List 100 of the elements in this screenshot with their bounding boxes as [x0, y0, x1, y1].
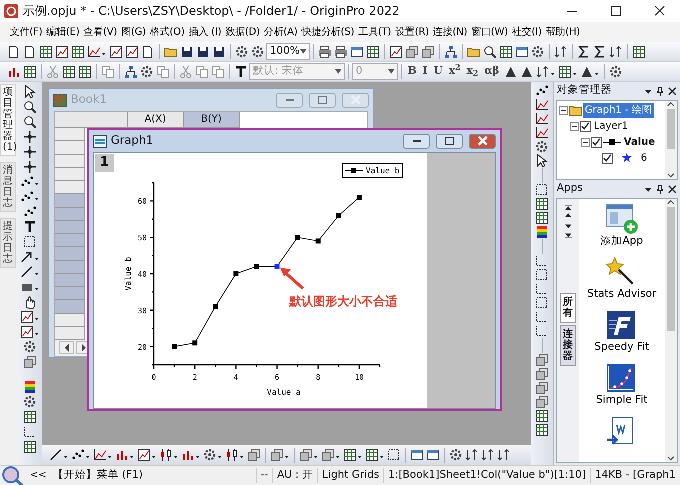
app-tab[interactable]: 所有 — [560, 293, 576, 323]
frame-icon[interactable] — [22, 234, 38, 249]
layer-tab[interactable]: 1 — [95, 154, 114, 172]
gear-icon[interactable] — [22, 339, 38, 354]
layers-icon[interactable] — [534, 395, 550, 409]
menu-item[interactable]: 连接(N) — [431, 24, 470, 40]
line-graph-icon[interactable] — [534, 126, 550, 140]
checkbox[interactable] — [591, 136, 602, 148]
pin-icon[interactable] — [656, 184, 665, 194]
menu-item[interactable]: 插入 (I) — [186, 24, 224, 40]
close-icon[interactable] — [668, 184, 677, 194]
app-button[interactable]: Speedy Fit — [594, 309, 650, 354]
menu-item[interactable]: 图(G) — [119, 24, 148, 40]
crosshair-icon[interactable] — [22, 159, 38, 174]
menu-item[interactable]: 设置(R) — [393, 24, 432, 40]
app-button[interactable]: Stats Advisor — [587, 256, 657, 302]
app-button[interactable]: Simple Fit — [596, 362, 648, 408]
gear-icon[interactable] — [534, 140, 550, 154]
scrollbar[interactable] — [665, 101, 677, 179]
worksheet-icon[interactable] — [342, 446, 364, 464]
zoom-icon[interactable] — [22, 99, 38, 114]
scroll-left-button[interactable] — [59, 341, 74, 354]
menu-item[interactable]: 社交(I) — [510, 24, 544, 40]
format-button[interactable]: B — [405, 64, 420, 80]
frame-icon[interactable] — [534, 268, 550, 282]
scatter-icon[interactable] — [22, 204, 38, 219]
pin-icon[interactable] — [656, 86, 665, 96]
scrollbar[interactable] — [665, 199, 677, 462]
format-button[interactable]: αβ — [481, 64, 502, 80]
menu-item[interactable]: 帮助(H) — [544, 24, 582, 40]
search-icon[interactable] — [2, 466, 24, 485]
layers-icon[interactable] — [22, 354, 38, 369]
side-tab[interactable]: 提示日志 — [0, 218, 16, 268]
menu-item[interactable]: 文件(F) — [8, 24, 45, 40]
layers-icon[interactable] — [534, 367, 550, 381]
format-button[interactable]: x$_{2}$ — [464, 64, 482, 80]
layers-icon[interactable] — [534, 353, 550, 367]
worksheet-icon[interactable] — [534, 409, 550, 423]
gear-icon[interactable] — [22, 394, 38, 409]
menu-item[interactable]: 快捷分析(S) — [300, 24, 356, 40]
collapse-icon[interactable] — [581, 138, 590, 146]
menu-item[interactable]: 查看(V) — [82, 24, 120, 40]
line-icon[interactable] — [19, 264, 41, 279]
side-tab[interactable]: 项目管理器 (1) — [0, 84, 16, 156]
minimize-button[interactable] — [403, 134, 430, 148]
worksheet-icon[interactable] — [22, 409, 38, 424]
menu-item[interactable]: 编辑(E) — [44, 24, 82, 40]
frame-icon[interactable] — [534, 296, 550, 310]
worksheet-icon[interactable] — [534, 211, 550, 225]
frame-icon[interactable] — [534, 183, 550, 197]
tree-item[interactable]: Value — [622, 134, 658, 150]
worksheet-icon[interactable] — [534, 423, 550, 437]
layers-icon[interactable] — [269, 446, 291, 464]
layers-icon[interactable] — [298, 446, 320, 464]
color-bar-icon[interactable] — [534, 225, 550, 239]
text-tool-icon[interactable] — [22, 219, 38, 234]
zoom-icon[interactable] — [22, 114, 38, 129]
tree-item[interactable]: 6 — [639, 150, 650, 166]
graph-icon[interactable] — [19, 309, 41, 324]
worksheet-icon[interactable] — [534, 197, 550, 211]
worksheet-icon[interactable] — [22, 439, 38, 454]
tree-item[interactable]: Graph1 - 绘图 — [583, 102, 654, 118]
column-header[interactable]: A(X) — [128, 112, 184, 128]
zoom-dropdown[interactable]: 100% — [266, 43, 310, 60]
close-button[interactable] — [469, 134, 496, 148]
side-tab[interactable]: 消息日志 — [0, 162, 16, 212]
layers-icon[interactable] — [320, 446, 342, 464]
maximize-button[interactable] — [436, 134, 463, 148]
layers-icon[interactable] — [534, 381, 550, 395]
line-graph-icon[interactable] — [534, 98, 550, 112]
checkbox[interactable] — [602, 152, 613, 164]
close-icon[interactable] — [668, 86, 677, 96]
app-button[interactable]: 添加App — [600, 203, 644, 248]
scatter-icon[interactable] — [19, 189, 41, 204]
format-button[interactable]: I — [420, 64, 431, 80]
format-button[interactable]: U — [430, 64, 446, 80]
crosshair-icon[interactable] — [22, 129, 38, 144]
menu-item[interactable]: 分析(A) — [262, 24, 300, 40]
app-tab[interactable]: 连接器 — [560, 325, 576, 366]
checkbox[interactable] — [580, 120, 591, 132]
menu-item[interactable]: 数据(D) — [224, 24, 262, 40]
column-header[interactable]: B(Y) — [184, 112, 240, 128]
scatter-icon[interactable] — [19, 174, 41, 189]
color-bar-icon[interactable] — [22, 379, 38, 394]
graph-icon[interactable] — [19, 324, 41, 339]
menu-item[interactable]: 格式(O) — [148, 24, 187, 40]
menu-item[interactable]: 工具(T) — [356, 24, 394, 40]
crosshair-icon[interactable] — [22, 144, 38, 159]
tree-item[interactable]: Layer1 — [592, 118, 630, 134]
layers-icon[interactable] — [246, 446, 262, 464]
graph-icon[interactable] — [136, 446, 158, 464]
collapse-icon[interactable] — [559, 106, 568, 114]
scroll-arrows-icon[interactable] — [564, 205, 572, 239]
scatter-icon[interactable] — [534, 84, 550, 98]
collapse-button[interactable]: << — [28, 467, 49, 484]
line-graph-icon[interactable] — [534, 112, 550, 126]
format-button[interactable]: x$^{2}$ — [446, 64, 464, 80]
menu-item[interactable]: 窗口(W) — [469, 24, 510, 40]
collapse-icon[interactable] — [570, 122, 579, 130]
worksheet-icon[interactable] — [364, 446, 386, 464]
